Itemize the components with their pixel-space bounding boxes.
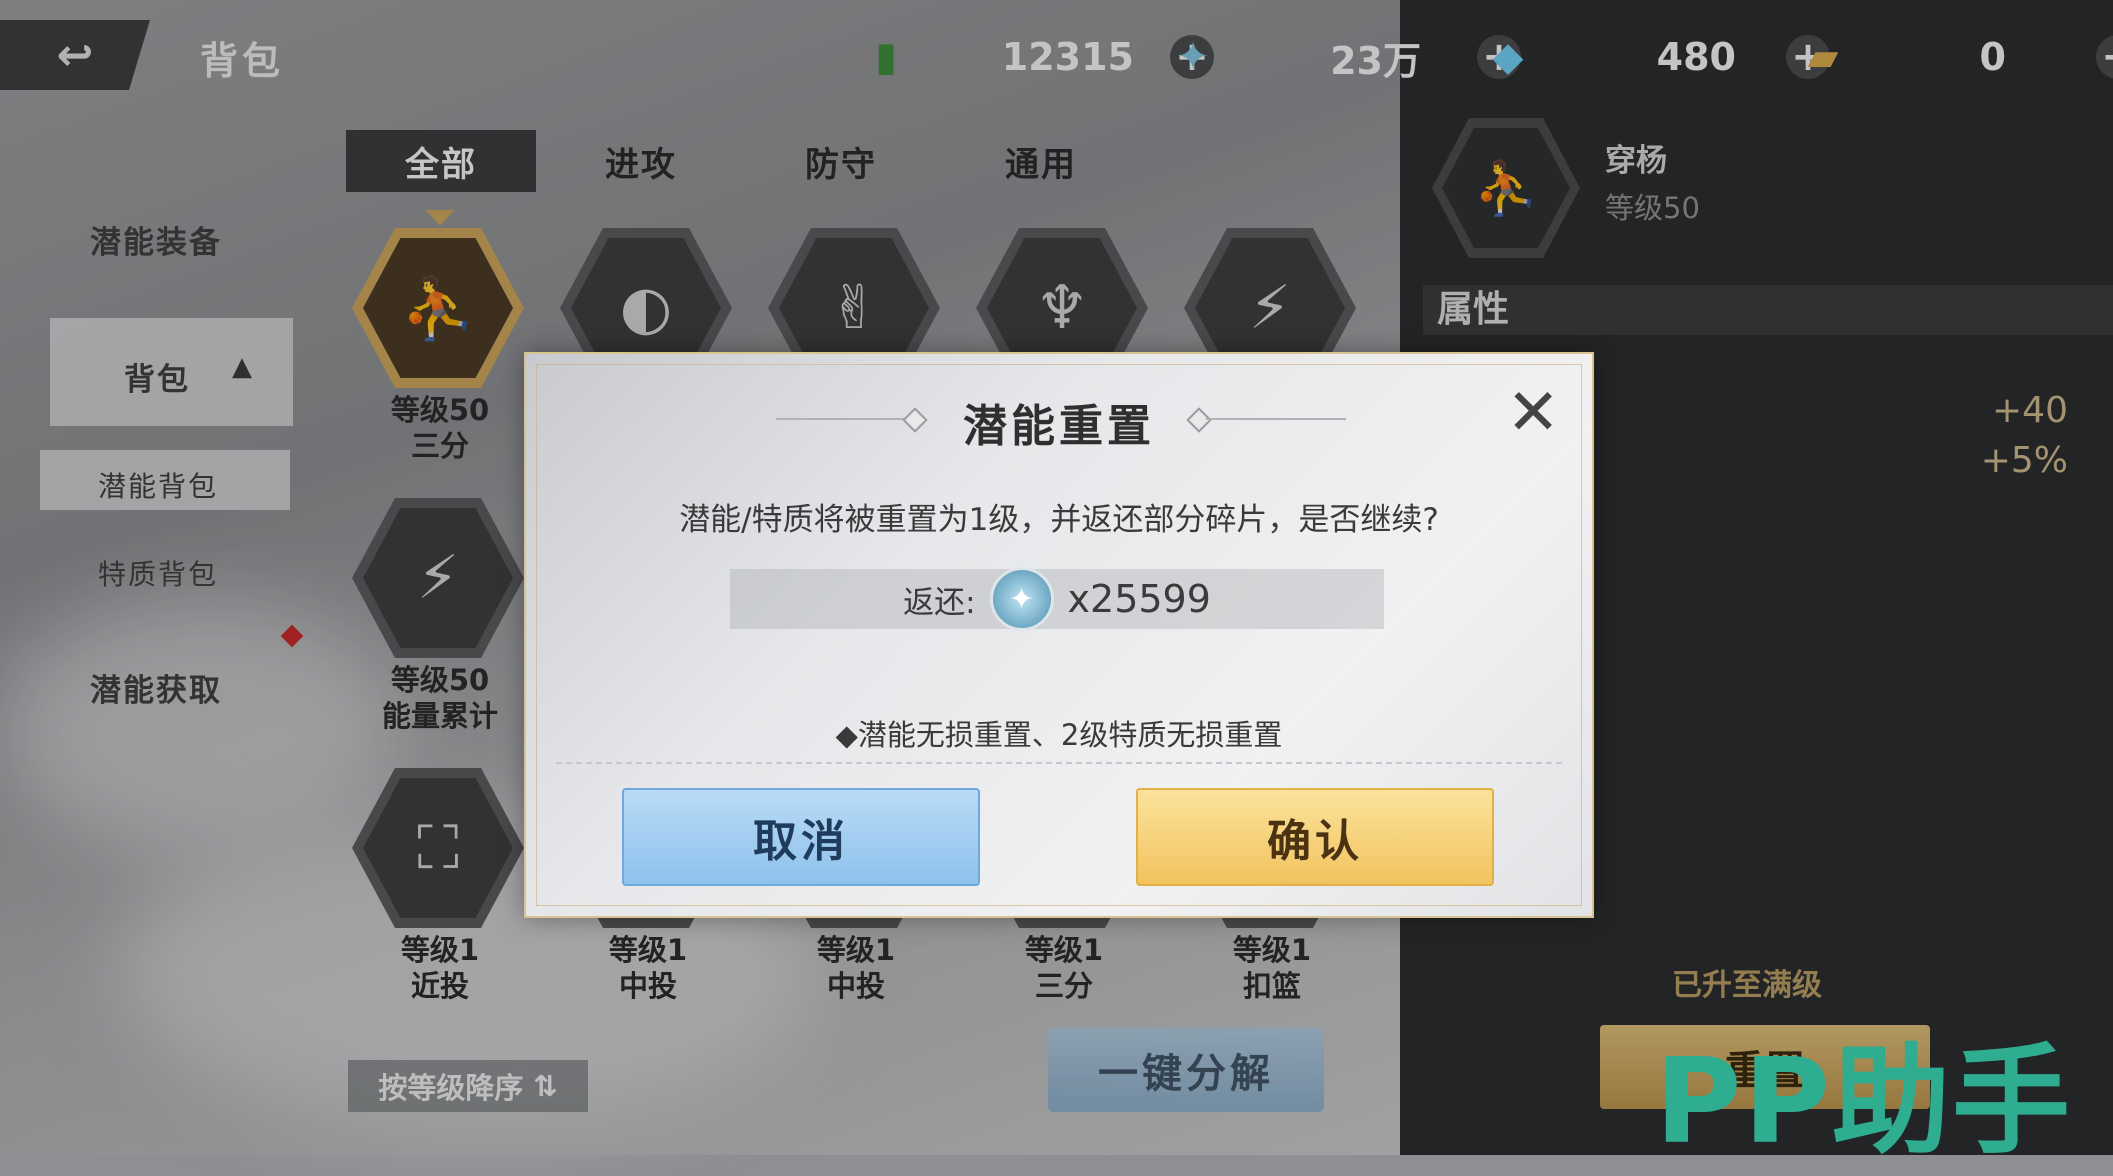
crystal-shard-icon: ✦ — [989, 567, 1054, 631]
cancel-button[interactable]: 取消 — [622, 788, 980, 886]
dialog-note: ◆潜能无损重置、2级特质无损重置 — [835, 718, 1283, 752]
close-icon[interactable]: ✕ — [1506, 376, 1560, 450]
return-label: 返还: — [903, 584, 976, 621]
confirm-button[interactable]: 确认 — [1136, 788, 1494, 886]
dialog-title: 潜能重置 — [963, 401, 1155, 452]
dialog-divider — [556, 762, 1562, 764]
dialog-message: 潜能/特质将被重置为1级，并返还部分碎片，是否继续? — [679, 502, 1439, 538]
return-value: x25599 — [1067, 577, 1211, 621]
title-divider-right — [1206, 418, 1346, 420]
return-row: 返还: ✦ x25599 — [730, 567, 1384, 631]
reset-dialog: 潜能重置 ✕ 潜能/特质将被重置为1级，并返还部分碎片，是否继续? 返还: ✦ … — [524, 352, 1594, 918]
